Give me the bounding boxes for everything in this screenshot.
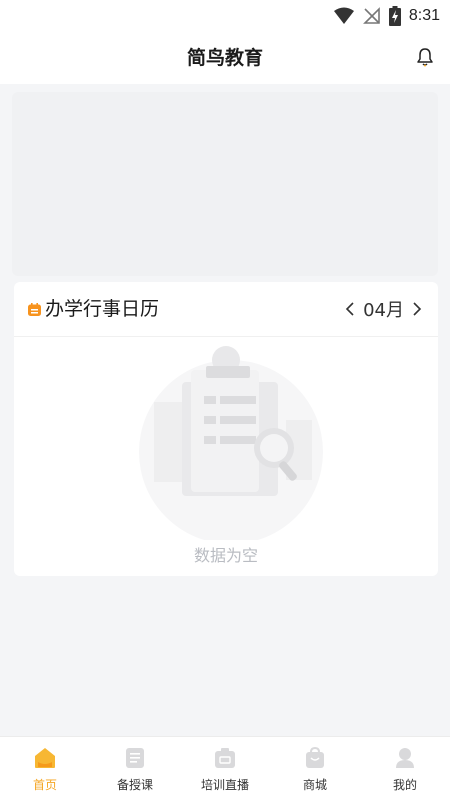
home-icon <box>33 746 57 770</box>
chevron-right-icon <box>413 302 422 316</box>
empty-state-illustration <box>139 346 323 540</box>
status-icons: 8:31 <box>333 5 440 27</box>
calendar-icon <box>28 303 41 316</box>
tab-home[interactable]: 首页 <box>0 737 90 801</box>
tab-profile[interactable]: 我的 <box>360 737 450 801</box>
empty-state-text: 数据为空 <box>193 546 258 565</box>
live-tv-icon <box>213 746 237 770</box>
chevron-left-icon <box>345 302 354 316</box>
tab-label: 我的 <box>392 778 417 792</box>
school-calendar-card: 办学行事日历 04月 数据为空 <box>14 282 438 576</box>
tab-label: 首页 <box>32 778 57 792</box>
no-signal-icon <box>362 7 380 24</box>
tab-store[interactable]: 商城 <box>270 737 360 801</box>
wifi-icon <box>333 7 354 24</box>
bell-icon <box>417 48 433 67</box>
notification-button[interactable] <box>414 45 436 69</box>
tab-label: 培训直播 <box>200 778 249 792</box>
tab-label: 商城 <box>302 778 327 792</box>
bottom-tab-bar: 首页 备授课 培训直播 商城 我的 <box>0 736 450 801</box>
status-time: 8:31 <box>408 7 440 24</box>
next-month-button[interactable] <box>410 299 424 319</box>
tab-lesson-prep[interactable]: 备授课 <box>90 737 180 801</box>
document-icon <box>123 746 147 770</box>
banner-placeholder[interactable] <box>12 92 438 276</box>
current-month: 04月 <box>363 300 404 321</box>
calendar-title: 办学行事日历 <box>45 298 160 320</box>
status-bar: 8:31 <box>0 0 450 32</box>
tab-training-live[interactable]: 培训直播 <box>180 737 270 801</box>
page-title: 简鸟教育 <box>186 47 263 69</box>
previous-month-button[interactable] <box>343 299 357 319</box>
calendar-header: 办学行事日历 04月 <box>14 282 438 337</box>
app-header: 简鸟教育 <box>0 32 450 84</box>
battery-charging-icon <box>388 6 401 26</box>
profile-icon <box>393 746 417 770</box>
tab-label: 备授课 <box>116 778 153 792</box>
month-navigator: 04月 <box>343 282 424 336</box>
shopping-bag-icon <box>303 746 327 770</box>
